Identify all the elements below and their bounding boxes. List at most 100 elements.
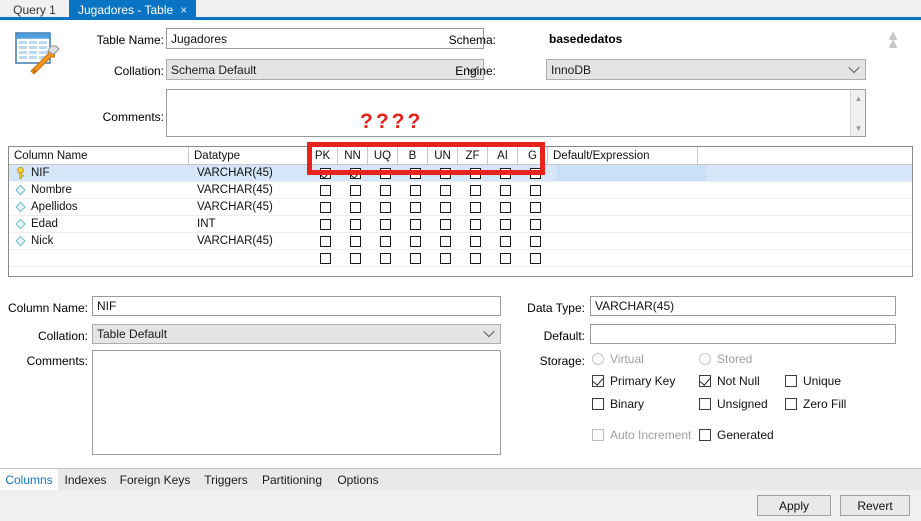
checkbox-auto-increment[interactable] (592, 429, 604, 441)
header-zf[interactable]: ZF (458, 147, 488, 164)
radio-stored[interactable] (699, 353, 711, 365)
checkbox-g[interactable] (530, 168, 541, 179)
tab-columns[interactable]: Columns (0, 469, 58, 491)
checkbox-b[interactable] (410, 168, 421, 179)
checkbox-ai[interactable] (500, 219, 511, 230)
checkbox-zero-fill[interactable] (785, 398, 797, 410)
cell-default-expression[interactable] (557, 165, 706, 181)
checkbox-pk[interactable] (320, 202, 331, 213)
apply-button[interactable]: Apply (757, 495, 831, 516)
revert-button[interactable]: Revert (840, 495, 910, 516)
checkbox-un[interactable] (440, 219, 451, 230)
header-b[interactable]: B (398, 147, 428, 164)
detail-comments-textarea[interactable] (92, 350, 501, 455)
checkbox-b[interactable] (410, 236, 421, 247)
checkbox-b[interactable] (410, 185, 421, 196)
table-row[interactable] (9, 250, 912, 267)
checkbox-generated[interactable] (699, 429, 711, 441)
checkbox-nn[interactable] (350, 253, 361, 264)
checkbox-nn[interactable] (350, 236, 361, 247)
table-row[interactable]: NIF VARCHAR(45) (9, 165, 912, 182)
checkbox-pk[interactable] (320, 185, 331, 196)
header-datatype[interactable]: Datatype (189, 147, 308, 164)
checkbox-ai[interactable] (500, 202, 511, 213)
checkbox-nn[interactable] (350, 185, 361, 196)
table-comments-textarea[interactable]: ▲ ▼ (166, 89, 866, 137)
header-uq[interactable]: UQ (368, 147, 398, 164)
checkbox-g[interactable] (530, 202, 541, 213)
tab-options[interactable]: Options (329, 469, 387, 491)
engine-select[interactable]: InnoDB (546, 59, 866, 80)
header-un[interactable]: UN (428, 147, 458, 164)
checkbox-pk[interactable] (320, 168, 331, 179)
header-g[interactable]: G (518, 147, 548, 164)
cell-default-expression[interactable] (557, 199, 706, 215)
checkbox-zf[interactable] (470, 219, 481, 230)
detail-column-name-input[interactable]: NIF (92, 296, 501, 316)
checkbox-un[interactable] (440, 185, 451, 196)
checkbox-g[interactable] (530, 236, 541, 247)
checkbox-zf[interactable] (470, 236, 481, 247)
checkbox-nn[interactable] (350, 168, 361, 179)
header-nn[interactable]: NN (338, 147, 368, 164)
checkbox-zf[interactable] (470, 202, 481, 213)
checkbox-ai[interactable] (500, 185, 511, 196)
checkbox-zf[interactable] (470, 253, 481, 264)
checkbox-b[interactable] (410, 202, 421, 213)
checkbox-ai[interactable] (500, 253, 511, 264)
checkbox-un[interactable] (440, 253, 451, 264)
checkbox-b[interactable] (410, 219, 421, 230)
detail-data-type-input[interactable]: VARCHAR(45) (590, 296, 896, 316)
checkbox-nn[interactable] (350, 202, 361, 213)
scroll-down-icon[interactable]: ▼ (851, 121, 866, 135)
detail-default-input[interactable] (590, 324, 896, 344)
header-column-name[interactable]: Column Name (9, 147, 189, 164)
checkbox-uq[interactable] (380, 168, 391, 179)
checkbox-not-null[interactable] (699, 375, 711, 387)
tab-foreign-keys[interactable]: Foreign Keys (113, 469, 197, 491)
checkbox-un[interactable] (440, 168, 451, 179)
checkbox-pk[interactable] (320, 236, 331, 247)
checkbox-binary[interactable] (592, 398, 604, 410)
checkbox-b[interactable] (410, 253, 421, 264)
table-row[interactable]: Edad INT (9, 216, 912, 233)
table-row[interactable]: Nick VARCHAR(45) (9, 233, 912, 250)
cell-default-expression[interactable] (557, 216, 706, 232)
checkbox-uq[interactable] (380, 219, 391, 230)
checkbox-unique[interactable] (785, 375, 797, 387)
checkbox-uq[interactable] (380, 202, 391, 213)
header-pk[interactable]: PK (308, 147, 338, 164)
checkbox-g[interactable] (530, 185, 541, 196)
checkbox-ai[interactable] (500, 236, 511, 247)
checkbox-g[interactable] (530, 253, 541, 264)
scroll-up-icon[interactable]: ▲ (851, 91, 866, 105)
checkbox-pk[interactable] (320, 253, 331, 264)
tab-triggers[interactable]: Triggers (197, 469, 255, 491)
tab-indexes[interactable]: Indexes (58, 469, 113, 491)
checkbox-nn[interactable] (350, 219, 361, 230)
checkbox-zf[interactable] (470, 185, 481, 196)
checkbox-uq[interactable] (380, 236, 391, 247)
header-ai[interactable]: AI (488, 147, 518, 164)
columns-grid[interactable]: Column Name Datatype PK NN UQ B UN ZF AI… (8, 146, 913, 277)
checkbox-un[interactable] (440, 202, 451, 213)
checkbox-uq[interactable] (380, 253, 391, 264)
cell-default-expression[interactable] (557, 250, 706, 266)
radio-virtual[interactable] (592, 353, 604, 365)
checkbox-pk[interactable] (320, 219, 331, 230)
checkbox-primary-key[interactable] (592, 375, 604, 387)
comments-scrollbar[interactable]: ▲ ▼ (850, 90, 865, 136)
table-row[interactable]: Nombre VARCHAR(45) (9, 182, 912, 199)
checkbox-g[interactable] (530, 219, 541, 230)
cell-default-expression[interactable] (557, 233, 706, 249)
checkbox-un[interactable] (440, 236, 451, 247)
checkbox-uq[interactable] (380, 185, 391, 196)
checkbox-ai[interactable] (500, 168, 511, 179)
checkbox-unsigned[interactable] (699, 398, 711, 410)
collapse-section-button[interactable]: ▲ ▲ (878, 28, 908, 52)
cell-default-expression[interactable] (557, 182, 706, 198)
table-row[interactable]: Apellidos VARCHAR(45) (9, 199, 912, 216)
detail-collation-select[interactable]: Table Default (92, 324, 501, 344)
close-icon[interactable]: × (180, 4, 187, 16)
header-default-expression[interactable]: Default/Expression (548, 147, 698, 164)
